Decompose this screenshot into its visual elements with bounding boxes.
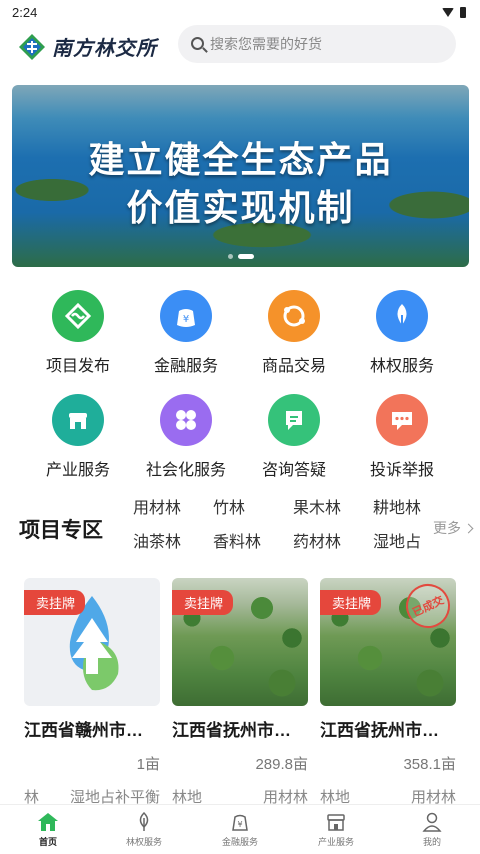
search-placeholder: 搜索您需要的好货 — [210, 36, 322, 52]
service-trade[interactable]: 商品交易 — [240, 290, 348, 376]
wifi-icon — [442, 7, 454, 17]
card-image: 卖挂牌 已成交 — [320, 578, 456, 706]
project-card[interactable]: 卖挂牌 江西省抚州市… 289.8亩 林地 用材林 — [172, 578, 308, 821]
zone-tag[interactable]: 竹林 — [213, 498, 293, 520]
service-label: 项目发布 — [45, 358, 110, 375]
social-icon — [160, 394, 212, 446]
card-image: 卖挂牌 — [24, 578, 160, 706]
zone-tag[interactable]: 用材林 — [133, 498, 213, 520]
zone-tags: 用材林 竹林 果木林 耕地林 油茶林 香料林 药材林 湿地占 — [133, 498, 421, 554]
pager-dot[interactable] — [227, 254, 233, 259]
card-image: 卖挂牌 — [172, 578, 308, 706]
service-label: 咨询答疑 — [261, 462, 326, 479]
service-label: 投诉举报 — [369, 462, 434, 479]
card-area: 358.1亩 — [403, 756, 456, 773]
tab-mine[interactable]: 我的 — [384, 805, 480, 854]
zone-tag[interactable]: 油茶林 — [133, 532, 213, 554]
zone-tag[interactable]: 果木林 — [293, 498, 373, 520]
pager-dot-active[interactable] — [237, 254, 254, 259]
chevron-right-icon — [463, 523, 474, 533]
project-publish-icon — [52, 290, 104, 342]
search-bar[interactable]: 搜索您需要的好货 — [178, 25, 456, 63]
service-label: 商品交易 — [261, 358, 326, 375]
service-label: 林权服务 — [369, 358, 434, 375]
tab-industry[interactable]: 产业服务 — [288, 805, 384, 854]
money-bag-icon: ¥ — [232, 814, 248, 831]
status-bar: 2:24 — [0, 0, 480, 24]
service-finance[interactable]: ¥ 金融服务 — [132, 290, 240, 376]
zone-title: 项目专区 — [19, 519, 103, 542]
card-title: 江西省赣州市… — [24, 721, 143, 740]
zone-tag[interactable]: 药材林 — [293, 532, 373, 554]
home-icon — [38, 812, 58, 831]
app-name: 南方林交所 — [52, 38, 157, 60]
service-project-publish[interactable]: 项目发布 — [24, 290, 132, 376]
tab-forest-right[interactable]: 林权服务 — [96, 805, 192, 854]
zone-tag[interactable]: 耕地林 — [373, 498, 421, 520]
logo-icon — [19, 33, 45, 60]
more-label: 更多 — [433, 520, 461, 536]
card-title: 江西省抚州市… — [320, 721, 439, 740]
status-time: 2:24 — [12, 4, 38, 20]
trade-icon — [268, 290, 320, 342]
tab-label: 金融服务 — [221, 836, 258, 847]
card-area: 1亩 — [136, 756, 160, 773]
service-grid: 项目发布 ¥ 金融服务 商品交易 林权服务 产业服务 社会化服务 咨询答疑 投诉… — [24, 290, 456, 480]
bottom-tab-bar: 首页 林权服务 ¥ 金融服务 产业服务 我的 — [0, 804, 480, 854]
tab-label: 我的 — [422, 836, 441, 847]
tab-label: 林权服务 — [125, 836, 162, 847]
promo-banner[interactable]: 建立健全生态产品 价值实现机制 — [12, 85, 469, 267]
service-label: 产业服务 — [45, 462, 110, 479]
more-link[interactable]: 更多 — [433, 518, 474, 538]
svg-text:¥: ¥ — [183, 314, 189, 325]
shop-icon — [327, 813, 345, 831]
consult-icon — [268, 394, 320, 446]
card-area: 289.8亩 — [255, 756, 308, 773]
project-cards: 卖挂牌 江西省赣州市… 1亩 林 湿地占补平衡 地 指标 卖挂牌 江西省抚州市…… — [24, 578, 456, 821]
svg-text:¥: ¥ — [237, 820, 242, 829]
banner-title-line2: 价值实现机制 — [126, 187, 355, 228]
sold-stamp: 已成交 — [398, 578, 456, 636]
service-label: 社会化服务 — [145, 462, 226, 479]
tab-finance[interactable]: ¥ 金融服务 — [192, 805, 288, 854]
user-icon — [422, 812, 442, 832]
service-consult[interactable]: 咨询答疑 — [240, 394, 348, 480]
industry-icon — [52, 394, 104, 446]
tree-icon — [139, 811, 149, 831]
sale-badge: 卖挂牌 — [320, 590, 382, 615]
battery-icon — [460, 6, 466, 18]
project-card[interactable]: 卖挂牌 已成交 江西省抚州市… 358.1亩 林地 用材林 — [320, 578, 456, 821]
service-complaint[interactable]: 投诉举报 — [348, 394, 456, 480]
zone-tag[interactable]: 湿地占 — [373, 532, 421, 554]
service-forest-right[interactable]: 林权服务 — [348, 290, 456, 376]
card-title: 江西省抚州市… — [172, 721, 291, 740]
forest-right-icon — [376, 290, 428, 342]
search-icon — [191, 37, 204, 50]
tab-home[interactable]: 首页 — [0, 805, 96, 854]
project-card[interactable]: 卖挂牌 江西省赣州市… 1亩 林 湿地占补平衡 地 指标 — [24, 578, 160, 821]
tab-label: 产业服务 — [317, 836, 354, 847]
banner-pager — [227, 254, 254, 259]
status-icons — [442, 6, 466, 18]
zone-tag[interactable]: 香料林 — [213, 532, 293, 554]
finance-icon: ¥ — [160, 290, 212, 342]
sale-badge: 卖挂牌 — [24, 590, 86, 615]
complaint-icon — [376, 394, 428, 446]
service-industry[interactable]: 产业服务 — [24, 394, 132, 480]
tab-label: 首页 — [38, 836, 57, 847]
app-logo: 南方林交所 — [18, 32, 157, 61]
header: 南方林交所 搜索您需要的好货 — [0, 24, 480, 72]
service-label: 金融服务 — [153, 358, 218, 375]
sale-badge: 卖挂牌 — [172, 590, 234, 615]
banner-title-line1: 建立健全生态产品 — [88, 139, 393, 180]
service-social[interactable]: 社会化服务 — [132, 394, 240, 480]
